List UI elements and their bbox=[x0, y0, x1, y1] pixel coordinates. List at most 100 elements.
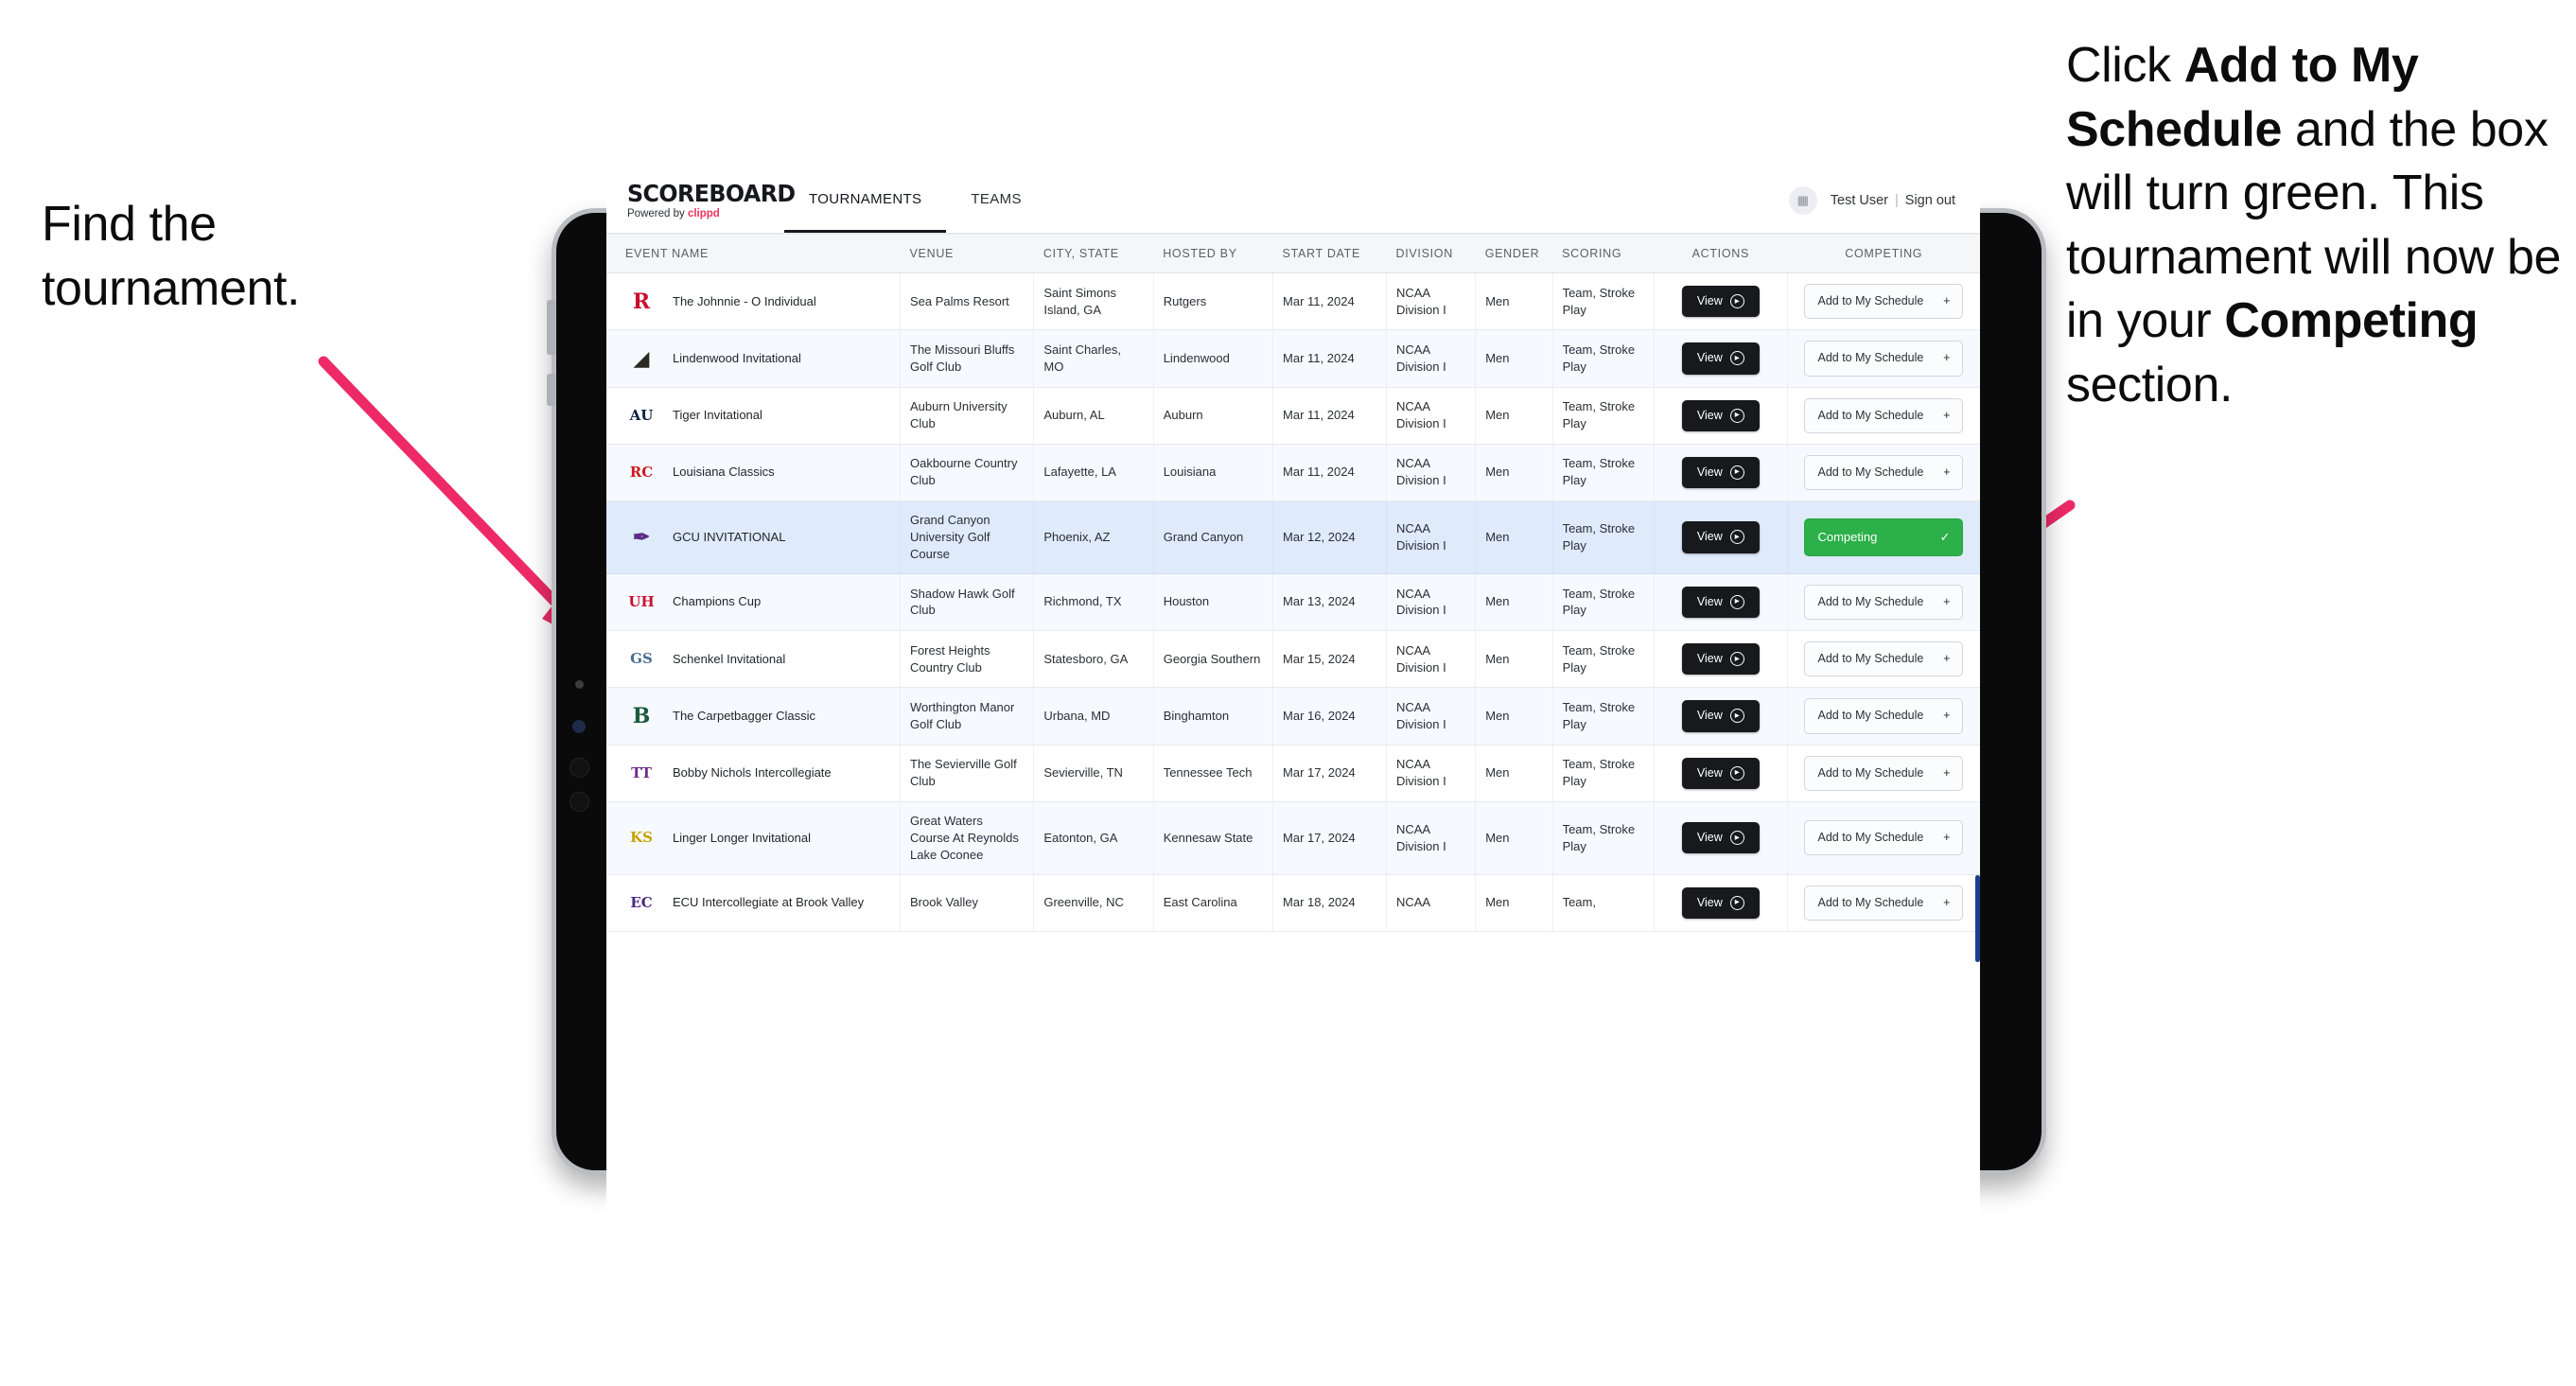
tennessee-tech-golden-eagle-logo: TT bbox=[631, 763, 652, 781]
add-to-my-schedule-button[interactable]: Add to My Schedule + bbox=[1804, 341, 1964, 377]
cell-city-state: Greenville, NC bbox=[1033, 874, 1154, 932]
add-to-my-schedule-button[interactable]: Add to My Schedule + bbox=[1804, 641, 1964, 677]
cell-hosted-by: Lindenwood bbox=[1153, 329, 1274, 388]
view-button[interactable]: View ▸ bbox=[1681, 757, 1760, 789]
table-row[interactable]: ✒ GCU INVITATIONAL Grand Canyon University… bbox=[606, 500, 1980, 574]
add-to-my-schedule-button[interactable]: Add to My Schedule + bbox=[1804, 755, 1964, 791]
column-header-venue[interactable]: VENUE bbox=[900, 234, 1034, 273]
table-row[interactable]: ◢ Lindenwood Invitational The Missouri Blu… bbox=[606, 329, 1980, 388]
competing-button[interactable]: Competing ✓ bbox=[1804, 518, 1964, 556]
tablet-device-frame: SCOREBOARD Powered by clippd TOURNAMENTS… bbox=[547, 167, 2046, 1265]
cell-competing: Add to My Schedule + bbox=[1787, 387, 1980, 445]
cell-hosted-by: Georgia Southern bbox=[1153, 630, 1274, 689]
sign-out-link[interactable]: Sign out bbox=[1905, 193, 1955, 208]
cell-event-name: TT Bobby Nichols Intercollegiate bbox=[606, 745, 902, 802]
cell-venue: Worthington Manor Golf Club bbox=[900, 687, 1035, 746]
cell-actions: View ▸ bbox=[1654, 745, 1788, 802]
view-button[interactable]: View ▸ bbox=[1681, 456, 1760, 488]
cell-gender: Men bbox=[1475, 272, 1553, 331]
cell-actions: View ▸ bbox=[1654, 874, 1788, 932]
view-button-label: View bbox=[1696, 408, 1723, 422]
tablet-screen: SCOREBOARD Powered by clippd TOURNAMENTS… bbox=[606, 167, 1980, 1265]
add-to-my-schedule-label: Add to My Schedule bbox=[1817, 831, 1924, 845]
cell-actions: View ▸ bbox=[1654, 573, 1788, 632]
view-button[interactable]: View ▸ bbox=[1681, 886, 1760, 919]
view-button[interactable]: View ▸ bbox=[1681, 586, 1760, 619]
tablet-power-button[interactable] bbox=[547, 374, 555, 406]
cell-venue: Brook Valley bbox=[900, 874, 1035, 932]
cell-division: NCAA Division I bbox=[1386, 745, 1477, 802]
column-header-competing[interactable]: COMPETING bbox=[1787, 234, 1980, 273]
table-row[interactable]: AU Tiger Invitational Auburn University Cl… bbox=[606, 387, 1980, 445]
cell-scoring: Team, Stroke Play bbox=[1552, 573, 1655, 632]
plus-icon: + bbox=[1943, 765, 1951, 780]
brand-logo[interactable]: SCOREBOARD Powered by clippd bbox=[606, 167, 796, 233]
column-header-division[interactable]: DIVISION bbox=[1386, 234, 1476, 273]
add-to-my-schedule-button[interactable]: Add to My Schedule + bbox=[1804, 284, 1964, 320]
arrow-circle-right-icon: ▸ bbox=[1729, 408, 1744, 423]
tab-teams[interactable]: TEAMS bbox=[946, 167, 1045, 233]
view-button[interactable]: View ▸ bbox=[1681, 700, 1760, 732]
event-name-label: ECU Intercollegiate at Brook Valley bbox=[673, 895, 865, 910]
cell-start-date: Mar 18, 2024 bbox=[1272, 874, 1387, 932]
cell-venue: The Missouri Bluffs Golf Club bbox=[900, 329, 1035, 388]
add-to-my-schedule-button[interactable]: Add to My Schedule + bbox=[1804, 698, 1964, 734]
table-row[interactable]: R The Johnnie - O Individual Sea Palms Res… bbox=[606, 272, 1980, 331]
event-name-label: Bobby Nichols Intercollegiate bbox=[673, 765, 832, 781]
tournaments-table: EVENT NAME VENUE CITY, STATE HOSTED BY S… bbox=[606, 234, 1980, 932]
main-navigation: TOURNAMENTS TEAMS bbox=[784, 167, 1046, 233]
event-name-label: The Carpetbagger Classic bbox=[673, 708, 816, 723]
view-button[interactable]: View ▸ bbox=[1681, 286, 1760, 318]
cell-competing: Add to My Schedule + bbox=[1787, 801, 1980, 875]
add-to-my-schedule-label: Add to My Schedule bbox=[1817, 294, 1924, 307]
table-row[interactable]: B The Carpetbagger Classic Worthington Man… bbox=[606, 687, 1980, 746]
view-button[interactable]: View ▸ bbox=[1681, 822, 1760, 854]
add-to-my-schedule-label: Add to My Schedule bbox=[1817, 351, 1924, 365]
cell-start-date: Mar 17, 2024 bbox=[1272, 801, 1387, 875]
add-to-my-schedule-label: Add to My Schedule bbox=[1817, 408, 1924, 422]
cell-gender: Men bbox=[1475, 573, 1553, 632]
view-button[interactable]: View ▸ bbox=[1681, 521, 1760, 553]
view-button[interactable]: View ▸ bbox=[1681, 643, 1760, 675]
add-to-my-schedule-button[interactable]: Add to My Schedule + bbox=[1804, 454, 1964, 490]
add-to-my-schedule-button[interactable]: Add to My Schedule + bbox=[1804, 820, 1964, 856]
view-button[interactable]: View ▸ bbox=[1681, 342, 1760, 375]
table-row[interactable]: EC ECU Intercollegiate at Brook Valley Bro… bbox=[606, 874, 1980, 932]
binghamton-logo: B bbox=[632, 703, 651, 728]
add-to-my-schedule-button[interactable]: Add to My Schedule + bbox=[1804, 584, 1964, 621]
view-button-label: View bbox=[1696, 530, 1723, 544]
cell-city-state: Saint Simons Island, GA bbox=[1033, 272, 1154, 331]
table-row[interactable]: GS Schenkel Invitational Forest Heights Co… bbox=[606, 630, 1980, 689]
table-row[interactable]: TT Bobby Nichols Intercollegiate The Sevie… bbox=[606, 745, 1980, 802]
tab-tournaments[interactable]: TOURNAMENTS bbox=[784, 167, 947, 233]
column-header-scoring[interactable]: SCORING bbox=[1552, 234, 1655, 273]
event-name-label: Lindenwood Invitational bbox=[673, 350, 801, 365]
table-row[interactable]: KS Linger Longer Invitational Great Waters… bbox=[606, 801, 1980, 875]
cell-city-state: Auburn, AL bbox=[1033, 387, 1154, 445]
table-row[interactable]: UH Champions Cup Shadow Hawk Golf Club Rich… bbox=[606, 573, 1980, 632]
cell-venue: Grand Canyon University Golf Course bbox=[900, 500, 1035, 574]
table-row[interactable]: RC Louisiana Classics Oakbourne Country Cl… bbox=[606, 444, 1980, 502]
cell-event-name: GS Schenkel Invitational bbox=[606, 630, 902, 689]
column-header-event-name[interactable]: EVENT NAME bbox=[606, 234, 901, 273]
column-header-actions[interactable]: ACTIONS bbox=[1654, 234, 1788, 273]
arrow-circle-right-icon: ▸ bbox=[1729, 895, 1744, 910]
view-button[interactable]: View ▸ bbox=[1681, 399, 1760, 431]
column-header-hosted-by[interactable]: HOSTED BY bbox=[1153, 234, 1273, 273]
cell-event-name: KS Linger Longer Invitational bbox=[606, 801, 902, 875]
add-to-my-schedule-button[interactable]: Add to My Schedule + bbox=[1804, 885, 1964, 921]
cell-gender: Men bbox=[1475, 630, 1553, 689]
add-to-my-schedule-label: Add to My Schedule bbox=[1817, 895, 1924, 909]
user-avatar-icon[interactable]: ▦ bbox=[1788, 185, 1817, 215]
view-button-label: View bbox=[1696, 351, 1723, 365]
column-header-city-state[interactable]: CITY, STATE bbox=[1033, 234, 1154, 273]
cell-competing: Competing ✓ bbox=[1787, 500, 1980, 574]
tablet-volume-button[interactable] bbox=[547, 300, 555, 355]
add-to-my-schedule-button[interactable]: Add to My Schedule + bbox=[1804, 397, 1964, 433]
column-header-start-date[interactable]: START DATE bbox=[1272, 234, 1387, 273]
column-header-gender[interactable]: GENDER bbox=[1475, 234, 1553, 273]
vertical-scrollbar[interactable] bbox=[1975, 875, 1980, 962]
arrow-circle-right-icon: ▸ bbox=[1729, 294, 1744, 309]
cell-start-date: Mar 13, 2024 bbox=[1272, 573, 1387, 632]
cell-scoring: Team, Stroke Play bbox=[1552, 272, 1655, 331]
